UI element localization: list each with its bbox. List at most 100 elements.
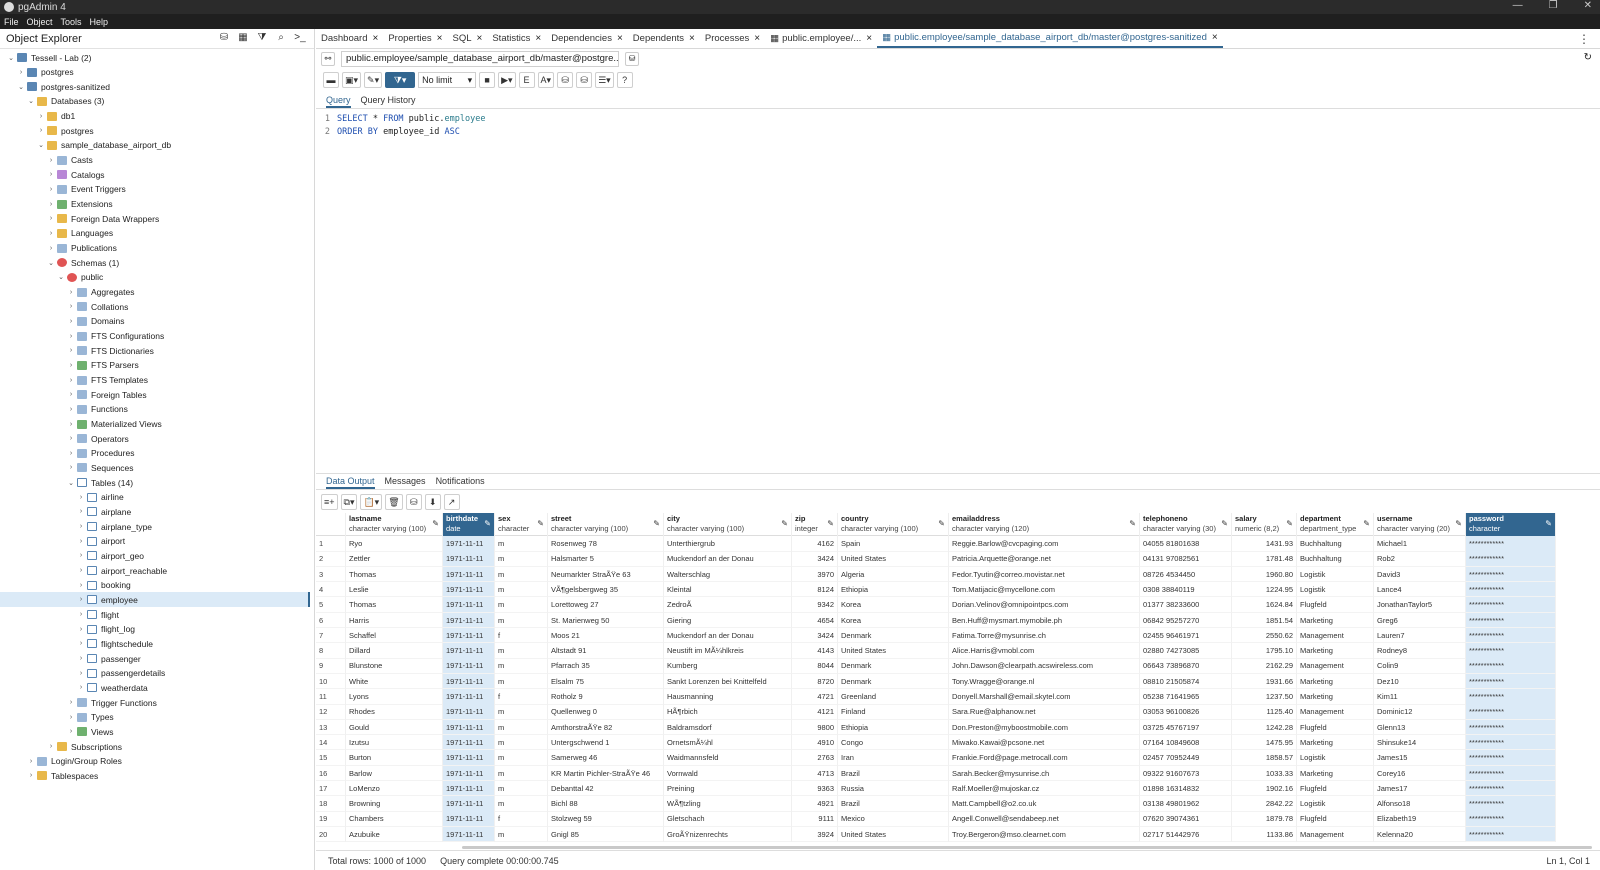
chevron-right-icon[interactable]: › xyxy=(66,714,76,721)
table-cell[interactable]: ************ xyxy=(1466,689,1556,705)
table-cell[interactable]: Korea xyxy=(838,612,949,629)
tree-item[interactable]: › FTS Parsers xyxy=(0,358,310,373)
table-row[interactable]: 9 Blunstone 1971-11-11 m Pfarrach 35 Kumberg 8… xyxy=(316,658,1556,674)
table-cell[interactable]: ************ xyxy=(1466,566,1556,583)
tree-item[interactable]: › Publications xyxy=(0,241,310,256)
table-cell[interactable]: m xyxy=(495,536,548,552)
tree-item[interactable]: › passenger xyxy=(0,651,310,666)
table-cell[interactable]: 1242.28 xyxy=(1232,719,1297,736)
table-cell[interactable]: St. Marienweg 50 xyxy=(548,612,664,629)
column-header[interactable]: sex character ✎ xyxy=(495,513,548,536)
table-cell[interactable]: 1971-11-11 xyxy=(443,765,495,782)
table-cell[interactable]: 1475.95 xyxy=(1232,734,1297,751)
table-row[interactable]: 8 Dillard 1971-11-11 m Altstadt 91 Neustift i… xyxy=(316,643,1556,659)
table-cell[interactable]: Management xyxy=(1297,826,1374,843)
table-row[interactable]: 20 Azubuike 1971-11-11 m Gnigl 85 GroÃŸnizenr… xyxy=(316,826,1556,843)
table-cell[interactable]: Angell.Conwell@sendabeep.net xyxy=(949,811,1140,827)
tree-item[interactable]: › passengerdetails xyxy=(0,666,310,681)
table-cell[interactable]: 9111 xyxy=(792,811,838,827)
chevron-right-icon[interactable]: › xyxy=(46,743,56,750)
row-number[interactable]: 14 xyxy=(316,734,346,751)
table-cell[interactable]: 1971-11-11 xyxy=(443,780,495,797)
table-cell[interactable]: LoMenzo xyxy=(346,780,443,797)
chevron-right-icon[interactable]: › xyxy=(46,186,56,193)
chevron-right-icon[interactable]: › xyxy=(66,435,76,442)
table-cell[interactable]: Kelenna20 xyxy=(1374,826,1466,843)
edit-column-icon[interactable]: ✎ xyxy=(938,519,945,529)
table-cell[interactable]: 08810 21505874 xyxy=(1140,673,1232,690)
column-header[interactable]: emailaddress character varying (120) ✎ xyxy=(949,513,1140,536)
table-cell[interactable]: Stolzweg 59 xyxy=(548,811,664,827)
column-header[interactable]: zip integer ✎ xyxy=(792,513,838,536)
tab-8[interactable]: ▦ public.employee/sample_database_airport… xyxy=(877,28,1223,48)
table-cell[interactable]: Patricia.Arquette@orange.net xyxy=(949,551,1140,567)
table-row[interactable]: 6 Harris 1971-11-11 m St. Marienweg 50 Gierin… xyxy=(316,612,1556,629)
table-cell[interactable]: 1971-11-11 xyxy=(443,796,495,812)
table-cell[interactable]: 04055 81801638 xyxy=(1140,536,1232,552)
table-cell[interactable]: Reggie.Barlow@cvcpaging.com xyxy=(949,536,1140,552)
tree-item[interactable]: › employee xyxy=(0,592,310,608)
tree-item[interactable]: ⌄ sample_database_airport_db xyxy=(0,138,310,153)
table-cell[interactable]: m xyxy=(495,765,548,782)
table-cell[interactable]: m xyxy=(495,612,548,629)
chevron-down-icon[interactable]: ⌄ xyxy=(46,259,56,267)
tree-item[interactable]: › airplane_type xyxy=(0,519,310,534)
help-icon[interactable]: ? xyxy=(616,72,633,88)
table-cell[interactable]: ************ xyxy=(1466,536,1556,552)
table-cell[interactable]: m xyxy=(495,826,548,843)
row-number[interactable]: 18 xyxy=(316,796,346,812)
column-header[interactable]: country character varying (100) ✎ xyxy=(838,513,949,536)
table-cell[interactable]: Denmark xyxy=(838,673,949,690)
table-cell[interactable]: United States xyxy=(838,643,949,659)
chevron-right-icon[interactable]: › xyxy=(66,377,76,384)
table-cell[interactable]: Preining xyxy=(664,780,792,797)
table-cell[interactable]: Denmark xyxy=(838,658,949,674)
column-header[interactable]: lastname character varying (100) ✎ xyxy=(346,513,443,536)
table-cell[interactable]: ************ xyxy=(1466,704,1556,720)
chevron-right-icon[interactable]: › xyxy=(66,699,76,706)
table-cell[interactable]: m xyxy=(495,551,548,567)
sql-editor[interactable]: 1 SELECT * FROM public. employee 2 ORDER BY … xyxy=(316,112,1600,470)
table-cell[interactable]: Baldramsdorf xyxy=(664,719,792,736)
table-cell[interactable]: 09322 91607673 xyxy=(1140,765,1232,782)
table-cell[interactable]: Flugfeld xyxy=(1297,780,1374,797)
table-cell[interactable]: Rhodes xyxy=(346,704,443,720)
row-number[interactable]: 1 xyxy=(316,536,346,552)
table-cell[interactable]: Dorian.Velinov@omnipointpcs.com xyxy=(949,597,1140,613)
table-cell[interactable]: 9342 xyxy=(792,597,838,613)
tree-item[interactable]: ⌄ Schemas (1) xyxy=(0,255,310,270)
table-cell[interactable]: KR Martin Pichler-StraÃŸe 46 xyxy=(548,765,664,782)
table-cell[interactable]: Marketing xyxy=(1297,643,1374,659)
row-number[interactable]: 8 xyxy=(316,643,346,659)
table-cell[interactable]: Dominic12 xyxy=(1374,704,1466,720)
table-cell[interactable]: 03053 96100826 xyxy=(1140,704,1232,720)
chevron-right-icon[interactable]: › xyxy=(66,464,76,471)
table-row[interactable]: 11 Lyons 1971-11-11 f Rotholz 9 Hausmanning 47… xyxy=(316,689,1556,705)
filter-icon[interactable]: ⧩▾ xyxy=(385,72,416,88)
tab-5[interactable]: Dependents × xyxy=(628,28,700,48)
table-cell[interactable]: Hausmanning xyxy=(664,689,792,705)
table-cell[interactable]: m xyxy=(495,581,548,598)
table-cell[interactable]: Fedor.Tyutin@correo.movistar.net xyxy=(949,566,1140,583)
table-row[interactable]: 13 Gould 1971-11-11 m AmthorstraÃŸe 82 Baldra… xyxy=(316,719,1556,736)
tree-item[interactable]: › Operators xyxy=(0,431,310,446)
rollback-icon[interactable]: ⛁ xyxy=(576,72,593,88)
table-cell[interactable]: Logistik xyxy=(1297,581,1374,598)
chevron-right-icon[interactable]: › xyxy=(66,333,76,340)
execute-icon[interactable]: ▶▾ xyxy=(498,72,516,88)
table-cell[interactable]: 1971-11-11 xyxy=(443,612,495,629)
table-cell[interactable]: Don.Preston@myboostmobile.com xyxy=(949,719,1140,736)
table-cell[interactable]: Marketing xyxy=(1297,765,1374,782)
table-cell[interactable]: 4162 xyxy=(792,536,838,552)
tree-item[interactable]: ⌄ Tessell - Lab (2) xyxy=(0,50,310,65)
table-cell[interactable]: Logistik xyxy=(1297,796,1374,812)
table-cell[interactable]: WÃ¶tzling xyxy=(664,796,792,812)
view-data-icon[interactable]: ▦ xyxy=(237,32,249,44)
table-cell[interactable]: Korea xyxy=(838,597,949,613)
chevron-right-icon[interactable]: › xyxy=(26,772,36,779)
row-number[interactable]: 16 xyxy=(316,765,346,782)
table-cell[interactable]: Thomas xyxy=(346,597,443,613)
tree-item[interactable]: › Procedures xyxy=(0,446,310,461)
table-cell[interactable]: Elsalm 75 xyxy=(548,673,664,690)
close-tab-icon[interactable]: × xyxy=(535,33,541,44)
